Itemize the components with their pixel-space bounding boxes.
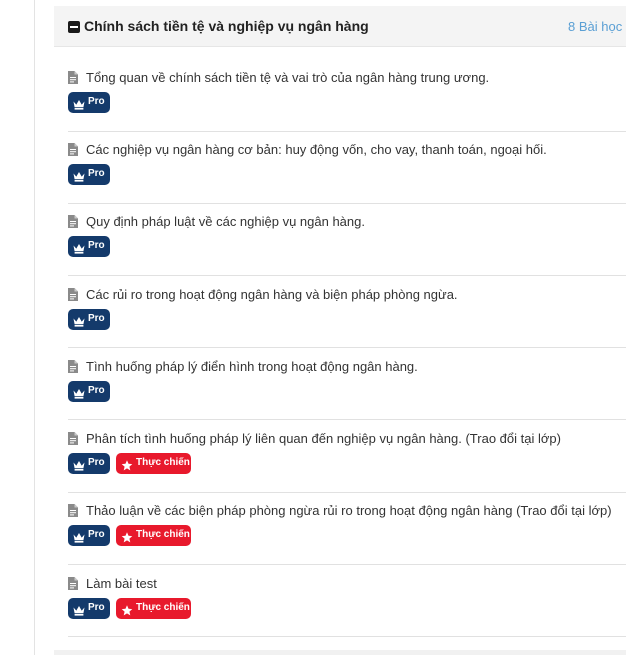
crown-icon	[73, 530, 85, 543]
lesson-divider	[68, 203, 626, 204]
lesson-divider	[68, 564, 626, 565]
badge-label: Thực chiến	[136, 457, 190, 468]
section-title[interactable]: Chính sách tiền tệ và nghiệp vụ ngân hàn…	[84, 18, 369, 34]
lesson-badges: Pro	[68, 381, 116, 403]
crown-icon	[73, 97, 85, 110]
document-icon	[68, 360, 78, 373]
lesson-badges: Pro	[68, 164, 116, 186]
document-icon	[68, 288, 78, 301]
lesson-divider	[68, 636, 626, 637]
lesson-title[interactable]: Các rủi ro trong hoạt động ngân hàng và …	[86, 287, 458, 302]
lesson-divider	[68, 131, 626, 132]
lesson-badges: Pro	[68, 236, 116, 258]
crown-icon	[73, 314, 85, 327]
pro-badge: Pro	[68, 381, 110, 402]
crown-icon	[73, 386, 85, 399]
badge-label: Pro	[88, 240, 105, 251]
crown-icon	[73, 241, 85, 254]
lesson-row[interactable]: Thảo luận về các biện pháp phòng ngừa rủ…	[68, 503, 626, 521]
badge-label: Pro	[88, 457, 105, 468]
star-icon	[121, 458, 133, 471]
lesson-divider	[68, 347, 626, 348]
lesson-badges: Pro Thực chiến	[68, 525, 197, 547]
left-divider	[34, 0, 35, 655]
crown-icon	[73, 169, 85, 182]
pro-badge: Pro	[68, 598, 110, 619]
pro-badge: Pro	[68, 164, 110, 185]
lesson-divider	[68, 492, 626, 493]
lesson-title[interactable]: Tình huống pháp lý điển hình trong hoạt …	[86, 359, 418, 374]
section-header[interactable]: Chính sách tiền tệ và nghiệp vụ ngân hàn…	[54, 6, 626, 47]
section-lesson-count: 8 Bài học -	[568, 19, 626, 34]
badge-label: Pro	[88, 168, 105, 179]
lesson-badges: Pro Thực chiến	[68, 453, 197, 475]
badge-label: Pro	[88, 313, 105, 324]
document-icon	[68, 577, 78, 590]
document-icon	[68, 215, 78, 228]
document-icon	[68, 504, 78, 517]
document-icon	[68, 143, 78, 156]
thuc-chien-badge: Thực chiến	[116, 525, 191, 546]
lesson-title[interactable]: Các nghiệp vụ ngân hàng cơ bản: huy động…	[86, 142, 547, 157]
lesson-badges: Pro	[68, 92, 116, 114]
star-icon	[121, 530, 133, 543]
thuc-chien-badge: Thực chiến	[116, 598, 191, 619]
lesson-row[interactable]: Tổng quan về chính sách tiền tệ và vai t…	[68, 70, 626, 88]
lesson-row[interactable]: Làm bài test	[68, 576, 626, 594]
badge-label: Pro	[88, 529, 105, 540]
pro-badge: Pro	[68, 525, 110, 546]
badge-label: Pro	[88, 385, 105, 396]
lesson-title[interactable]: Quy định pháp luật về các nghiệp vụ ngân…	[86, 214, 365, 229]
pro-badge: Pro	[68, 453, 110, 474]
course-curriculum-page: Chính sách tiền tệ và nghiệp vụ ngân hàn…	[0, 0, 626, 655]
lesson-title[interactable]: Thảo luận về các biện pháp phòng ngừa rủ…	[86, 503, 612, 518]
lesson-divider	[68, 419, 626, 420]
lesson-row[interactable]: Phân tích tình huống pháp lý liên quan đ…	[68, 431, 626, 449]
pro-badge: Pro	[68, 92, 110, 113]
document-icon	[68, 71, 78, 84]
badge-label: Pro	[88, 96, 105, 107]
star-icon	[121, 603, 133, 616]
pro-badge: Pro	[68, 236, 110, 257]
lesson-row[interactable]: Các rủi ro trong hoạt động ngân hàng và …	[68, 287, 626, 305]
lesson-badges: Pro	[68, 309, 116, 331]
minus-square-icon[interactable]	[68, 21, 80, 33]
next-section-edge	[54, 650, 626, 655]
lesson-title[interactable]: Làm bài test	[86, 576, 157, 591]
lesson-divider	[68, 275, 626, 276]
lesson-badges: Pro Thực chiến	[68, 598, 197, 620]
pro-badge: Pro	[68, 309, 110, 330]
badge-label: Pro	[88, 602, 105, 613]
lesson-row[interactable]: Quy định pháp luật về các nghiệp vụ ngân…	[68, 214, 626, 232]
badge-label: Thực chiến	[136, 602, 190, 613]
crown-icon	[73, 603, 85, 616]
lesson-title[interactable]: Tổng quan về chính sách tiền tệ và vai t…	[86, 70, 489, 85]
lesson-row[interactable]: Tình huống pháp lý điển hình trong hoạt …	[68, 359, 626, 377]
lesson-row[interactable]: Các nghiệp vụ ngân hàng cơ bản: huy động…	[68, 142, 626, 160]
lesson-title[interactable]: Phân tích tình huống pháp lý liên quan đ…	[86, 431, 561, 446]
document-icon	[68, 432, 78, 445]
badge-label: Thực chiến	[136, 529, 190, 540]
thuc-chien-badge: Thực chiến	[116, 453, 191, 474]
crown-icon	[73, 458, 85, 471]
